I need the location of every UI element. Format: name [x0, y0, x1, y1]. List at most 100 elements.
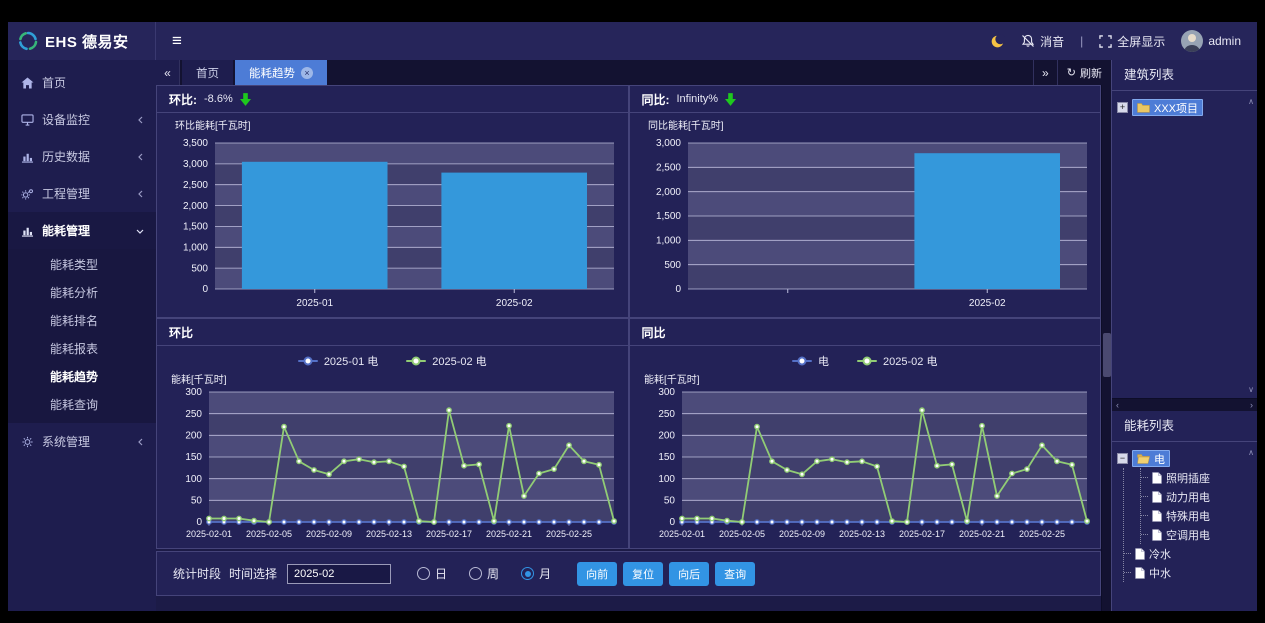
- tab-close-icon[interactable]: ×: [301, 67, 313, 79]
- next-button[interactable]: 向后: [669, 562, 709, 586]
- mute-label: 消音: [1040, 33, 1064, 50]
- sidebar-item-label: 工程管理: [42, 185, 90, 202]
- scroll-down-icon[interactable]: ∨: [1248, 385, 1254, 394]
- sidebar-subitem-energy-trend[interactable]: 能耗趋势: [8, 363, 156, 391]
- svg-text:500: 500: [664, 260, 681, 271]
- mom-line-title: 环比: [169, 324, 193, 341]
- building-tree-node[interactable]: + XXX项目: [1117, 98, 1252, 117]
- collapse-icon[interactable]: −: [1117, 453, 1128, 464]
- legend-marker: [298, 360, 318, 362]
- app-window: EHS 德易安 ≡ 消音 |: [8, 22, 1257, 611]
- moon-icon: [990, 34, 1005, 49]
- panel-yoy-header: 同比: Infinity%: [630, 86, 1101, 113]
- topbar-divider: |: [1080, 34, 1083, 48]
- svg-text:500: 500: [191, 263, 208, 274]
- tab-scroll-left-button[interactable]: «: [156, 60, 180, 85]
- energy-node-label: 冷水: [1149, 546, 1171, 562]
- query-button[interactable]: 查询: [715, 562, 755, 586]
- sidebar-item-home[interactable]: 首页: [8, 64, 156, 101]
- reset-button[interactable]: 复位: [623, 562, 663, 586]
- svg-text:3,000: 3,000: [183, 159, 208, 170]
- energy-tree-leaf[interactable]: 照明插座: [1141, 468, 1252, 487]
- svg-text:50: 50: [191, 496, 203, 507]
- menu-toggle-icon[interactable]: ≡: [172, 31, 182, 51]
- bar-chart-icon: [20, 225, 34, 237]
- user-avatar: [1181, 30, 1203, 52]
- svg-text:环比能耗[千瓦时]: 环比能耗[千瓦时]: [175, 119, 251, 132]
- scroll-right-icon[interactable]: ›: [1250, 400, 1253, 410]
- prev-button[interactable]: 向前: [577, 562, 617, 586]
- energy-tree-node[interactable]: 冷水: [1124, 544, 1252, 563]
- sidebar-item-device-monitor[interactable]: 设备监控: [8, 101, 156, 138]
- horizontal-scrollbar[interactable]: ‹ ›: [1112, 398, 1257, 411]
- sidebar-item-label: 历史数据: [42, 148, 90, 165]
- fullscreen-icon: [1099, 35, 1112, 48]
- vertical-scrollbar[interactable]: [1101, 85, 1111, 611]
- sidebar-item-label: 设备监控: [42, 111, 90, 128]
- scroll-left-icon[interactable]: ‹: [1116, 400, 1119, 410]
- sidebar-item-system-mgmt[interactable]: 系统管理: [8, 423, 156, 460]
- building-node-selected[interactable]: XXX项目: [1132, 99, 1203, 116]
- svg-text:2025-02-17: 2025-02-17: [426, 529, 472, 539]
- sidebar-subitem-energy-type[interactable]: 能耗类型: [8, 251, 156, 279]
- mute-button[interactable]: 消音: [1021, 33, 1064, 50]
- trend-down-icon: [725, 93, 736, 106]
- svg-text:2,000: 2,000: [655, 187, 680, 198]
- energy-tree: − 电 照明插座: [1112, 441, 1257, 611]
- energy-tree-leaf[interactable]: 特殊用电: [1141, 506, 1252, 525]
- legend-item[interactable]: 2025-01 电: [298, 353, 378, 369]
- legend-item[interactable]: 电: [792, 353, 829, 369]
- query-buttons: 向前 复位 向后 查询: [577, 562, 755, 586]
- refresh-button[interactable]: ↻ 刷新: [1057, 60, 1111, 85]
- yoy-line-chart: 能耗[千瓦时]3002502001501005002025-02-012025-…: [630, 372, 1101, 549]
- radio-day[interactable]: 日: [417, 565, 447, 582]
- radio-month[interactable]: 月: [521, 565, 551, 582]
- tab-home[interactable]: 首页: [182, 60, 233, 85]
- mom-line-chart: 能耗[千瓦时]3002502001501005002025-02-012025-…: [157, 372, 628, 549]
- tab-scroll-right-button[interactable]: »: [1033, 60, 1057, 85]
- theme-toggle[interactable]: [990, 34, 1005, 49]
- sidebar-subitem-energy-ranking[interactable]: 能耗排名: [8, 307, 156, 335]
- sidebar-subitem-energy-report[interactable]: 能耗报表: [8, 335, 156, 363]
- expand-icon[interactable]: +: [1117, 102, 1128, 113]
- sidebar-subitem-energy-analysis[interactable]: 能耗分析: [8, 279, 156, 307]
- energy-node-label: 中水: [1149, 565, 1171, 581]
- energy-tree-leaf[interactable]: 动力用电: [1141, 487, 1252, 506]
- energy-root-selected[interactable]: 电: [1132, 450, 1170, 467]
- chevron-left-icon: [137, 150, 144, 164]
- scroll-up-icon[interactable]: ∧: [1248, 448, 1254, 457]
- time-input[interactable]: [287, 564, 391, 584]
- tab-energy-trend[interactable]: 能耗趋势 ×: [235, 60, 327, 85]
- energy-tree-root[interactable]: − 电: [1117, 449, 1252, 468]
- scrollbar-thumb[interactable]: [1103, 333, 1111, 377]
- sidebar-item-history-data[interactable]: 历史数据: [8, 138, 156, 175]
- svg-text:1,500: 1,500: [655, 211, 680, 222]
- tab-label: 能耗趋势: [249, 65, 295, 81]
- radio-week[interactable]: 周: [469, 565, 499, 582]
- legend-label: 2025-01 电: [324, 353, 378, 369]
- sidebar-subitem-energy-query[interactable]: 能耗查询: [8, 391, 156, 419]
- sidebar-item-energy-mgmt[interactable]: 能耗管理: [8, 212, 156, 249]
- energy-tree-node[interactable]: 中水: [1124, 563, 1252, 582]
- gears-icon: [20, 188, 34, 200]
- energy-tree-leaf[interactable]: 空调用电: [1141, 525, 1252, 544]
- svg-text:2,500: 2,500: [183, 180, 208, 191]
- user-menu[interactable]: admin: [1181, 30, 1241, 52]
- chevron-left-icon: [137, 187, 144, 201]
- panel-yoy-line-header: 同比: [630, 319, 1101, 346]
- legend-item[interactable]: 2025-02 电: [857, 353, 937, 369]
- sidebar-item-project-mgmt[interactable]: 工程管理: [8, 175, 156, 212]
- svg-text:2025-02-21: 2025-02-21: [958, 529, 1004, 539]
- svg-text:2025-02-17: 2025-02-17: [898, 529, 944, 539]
- fullscreen-button[interactable]: 全屏显示: [1099, 33, 1165, 50]
- trend-down-icon: [240, 93, 251, 106]
- scroll-up-icon[interactable]: ∧: [1248, 97, 1254, 106]
- energy-leaf-label: 照明插座: [1166, 470, 1210, 486]
- time-select-label: 时间选择: [229, 565, 277, 582]
- svg-text:150: 150: [185, 452, 202, 463]
- yoy-summary-label: 同比:: [642, 91, 670, 108]
- logo-text: EHS 德易安: [45, 31, 129, 52]
- legend-item[interactable]: 2025-02 电: [406, 353, 486, 369]
- topbar-right: 消音 | 全屏显示: [990, 30, 1241, 52]
- folder-icon: [1137, 102, 1150, 113]
